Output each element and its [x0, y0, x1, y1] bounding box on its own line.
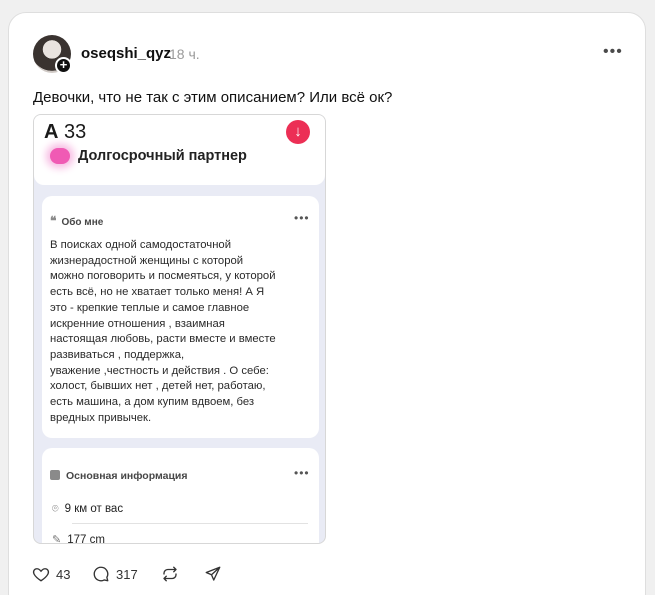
post-text: Девочки, что не так с этим описанием? Ил…	[33, 89, 393, 106]
location-pin-icon: ⌾	[52, 503, 59, 515]
about-text: В поисках одной самодостаточной жизнерад…	[50, 239, 276, 424]
profile-title: А 33	[44, 121, 87, 143]
distance-row: ⌾ 9 км от вас	[52, 503, 124, 515]
info-section: Основная информация ••• ⌾ 9 км от вас ✎ 17…	[42, 448, 319, 544]
info-more-icon: •••	[294, 466, 310, 480]
heart-icon	[50, 148, 70, 164]
like-count: 43	[56, 566, 71, 582]
repost-icon	[163, 566, 177, 582]
quote-icon: ❝	[50, 214, 57, 228]
heart-outline-icon	[32, 568, 50, 582]
ruler-icon: ✎	[52, 534, 62, 544]
comment-icon	[93, 566, 109, 582]
post-card: + oseqshi_qyz 18 ч. ••• Девочки, что не …	[8, 12, 646, 595]
height-row: ✎ 177 cm	[52, 534, 105, 544]
comment-count: 317	[116, 566, 138, 582]
attached-image[interactable]: А 33 ↓ Долгосрочный партнер ❝ Обо мне •••…	[33, 114, 326, 544]
share-button[interactable]	[204, 565, 222, 583]
about-header: ❝ Обо мне	[50, 214, 104, 228]
send-icon	[205, 566, 221, 581]
about-section: ❝ Обо мне ••• В поисках одной самодостато…	[42, 196, 319, 438]
more-options-icon[interactable]: •••	[603, 43, 623, 61]
like-button[interactable]: 43	[32, 565, 70, 583]
partner-label: Долгосрочный партнер	[78, 148, 247, 164]
follow-plus-icon[interactable]: +	[55, 57, 72, 74]
comment-button[interactable]: 317	[92, 565, 138, 583]
arrow-down-icon: ↓	[286, 120, 310, 144]
id-card-icon	[50, 470, 60, 480]
username[interactable]: oseqshi_qyz	[81, 45, 171, 62]
profile-header: А 33 ↓ Долгосрочный партнер	[34, 115, 325, 185]
repost-button[interactable]	[161, 565, 179, 583]
post-time: 18 ч.	[169, 46, 200, 62]
about-more-icon: •••	[294, 211, 310, 225]
info-header: Основная информация	[50, 470, 187, 482]
divider	[72, 523, 308, 524]
